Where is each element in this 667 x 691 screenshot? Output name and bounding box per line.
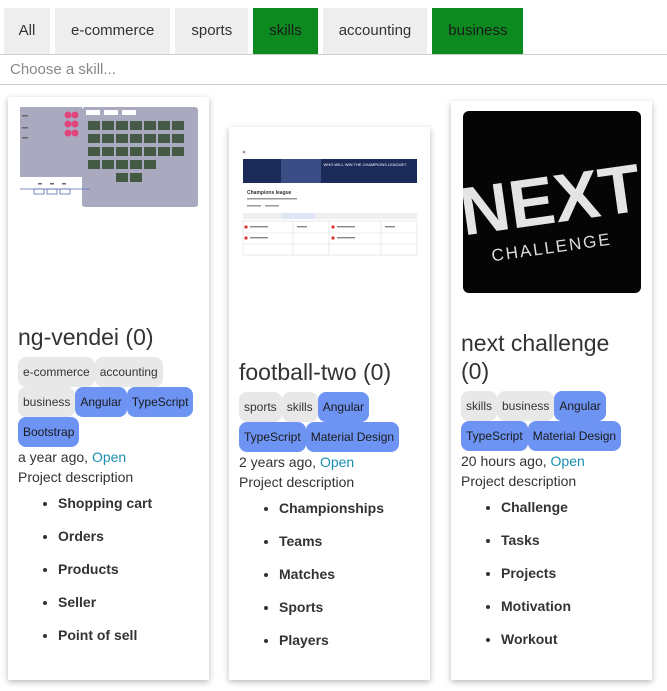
filter-e-commerce[interactable]: e-commerce bbox=[55, 8, 171, 54]
tag-list: skills business Angular TypeScript Mater… bbox=[461, 391, 642, 451]
tag-chip[interactable]: skills bbox=[461, 391, 497, 421]
project-card-ng-vendei: ng-vendei (0) e-commerce accounting busi… bbox=[8, 97, 209, 680]
feature-item: Matches bbox=[279, 564, 420, 584]
tag-chip[interactable]: skills bbox=[281, 392, 318, 422]
filter-business[interactable]: business bbox=[432, 8, 524, 54]
tech-chip[interactable]: Angular bbox=[75, 387, 127, 417]
updated-time: 20 hours ago, bbox=[461, 453, 551, 469]
project-meta: 2 years ago, Open bbox=[239, 452, 420, 472]
feature-item: Challenge bbox=[501, 497, 642, 517]
feature-list: Challenge Tasks Projects Motivation Work… bbox=[461, 497, 642, 649]
project-thumbnail[interactable] bbox=[19, 107, 198, 207]
project-description: Project description bbox=[18, 469, 134, 485]
filter-sports[interactable]: sports bbox=[175, 8, 249, 54]
project-description: Project description bbox=[239, 474, 355, 490]
tech-chip[interactable]: Angular bbox=[317, 392, 370, 422]
feature-item: Players bbox=[279, 630, 420, 650]
filter-bar: All e-commerce sports skills accounting … bbox=[4, 8, 528, 54]
open-link[interactable]: Open bbox=[320, 454, 354, 470]
project-description: Project description bbox=[461, 473, 577, 489]
feature-item: Shopping cart bbox=[58, 493, 199, 513]
feature-item: Projects bbox=[501, 563, 642, 583]
project-title: next challenge (0) bbox=[461, 330, 610, 384]
filter-skills[interactable]: skills bbox=[253, 8, 318, 54]
feature-item: Orders bbox=[58, 526, 199, 546]
project-title: football-two (0) bbox=[239, 359, 392, 385]
tech-chip[interactable]: TypeScript bbox=[126, 387, 194, 417]
feature-item: Teams bbox=[279, 531, 420, 551]
feature-item: Seller bbox=[58, 592, 199, 612]
project-card-next-challenge: NEXT CHALLENGE next challenge (0) skills… bbox=[451, 101, 652, 680]
updated-time: 2 years ago, bbox=[239, 454, 320, 470]
project-meta: a year ago, Open bbox=[18, 447, 199, 467]
project-title: ng-vendei (0) bbox=[18, 324, 154, 350]
tech-chip[interactable]: Material Design bbox=[305, 422, 400, 452]
feature-item: Championships bbox=[279, 498, 420, 518]
tag-list: e-commerce accounting business Angular T… bbox=[18, 357, 199, 447]
feature-list: Championships Teams Matches Sports Playe… bbox=[239, 498, 420, 650]
tag-chip[interactable]: e-commerce bbox=[18, 357, 95, 387]
updated-time: a year ago, bbox=[18, 449, 92, 465]
tech-chip[interactable]: TypeScript bbox=[239, 422, 306, 452]
tag-chip[interactable]: business bbox=[18, 387, 76, 417]
open-link[interactable]: Open bbox=[92, 449, 126, 465]
tech-chip[interactable]: Angular bbox=[554, 391, 606, 421]
feature-list: Shopping cart Orders Products Seller Poi… bbox=[18, 493, 199, 645]
tag-chip[interactable]: accounting bbox=[94, 357, 163, 387]
feature-item: Point of sell bbox=[58, 625, 199, 645]
skill-search-input[interactable] bbox=[0, 55, 667, 85]
feature-item: Workout bbox=[501, 629, 642, 649]
project-thumbnail[interactable]: WHO WILL WIN THE CHAMPIONS LEAGUE? Champ… bbox=[240, 137, 419, 257]
feature-item: Motivation bbox=[501, 596, 642, 616]
thumbnail-banner: WHO WILL WIN THE CHAMPIONS LEAGUE? bbox=[323, 162, 407, 167]
tech-chip[interactable]: TypeScript bbox=[461, 421, 528, 451]
tag-chip[interactable]: business bbox=[497, 391, 555, 421]
tech-chip[interactable]: Material Design bbox=[527, 421, 622, 451]
feature-item: Products bbox=[58, 559, 199, 579]
feature-item: Tasks bbox=[501, 530, 642, 550]
project-card-football-two: WHO WILL WIN THE CHAMPIONS LEAGUE? Champ… bbox=[229, 127, 430, 680]
open-link[interactable]: Open bbox=[551, 453, 585, 469]
feature-item: Sports bbox=[279, 597, 420, 617]
tag-chip[interactable]: sports bbox=[239, 392, 282, 422]
filter-all[interactable]: All bbox=[4, 8, 50, 54]
project-thumbnail[interactable]: NEXT CHALLENGE bbox=[462, 111, 641, 293]
tag-list: sports skills Angular TypeScript Materia… bbox=[239, 392, 420, 452]
thumbnail-heading: Champions league bbox=[247, 190, 292, 196]
project-meta: 20 hours ago, Open bbox=[461, 451, 642, 471]
tech-chip[interactable]: Bootstrap bbox=[18, 417, 80, 447]
filter-accounting[interactable]: accounting bbox=[322, 8, 428, 54]
